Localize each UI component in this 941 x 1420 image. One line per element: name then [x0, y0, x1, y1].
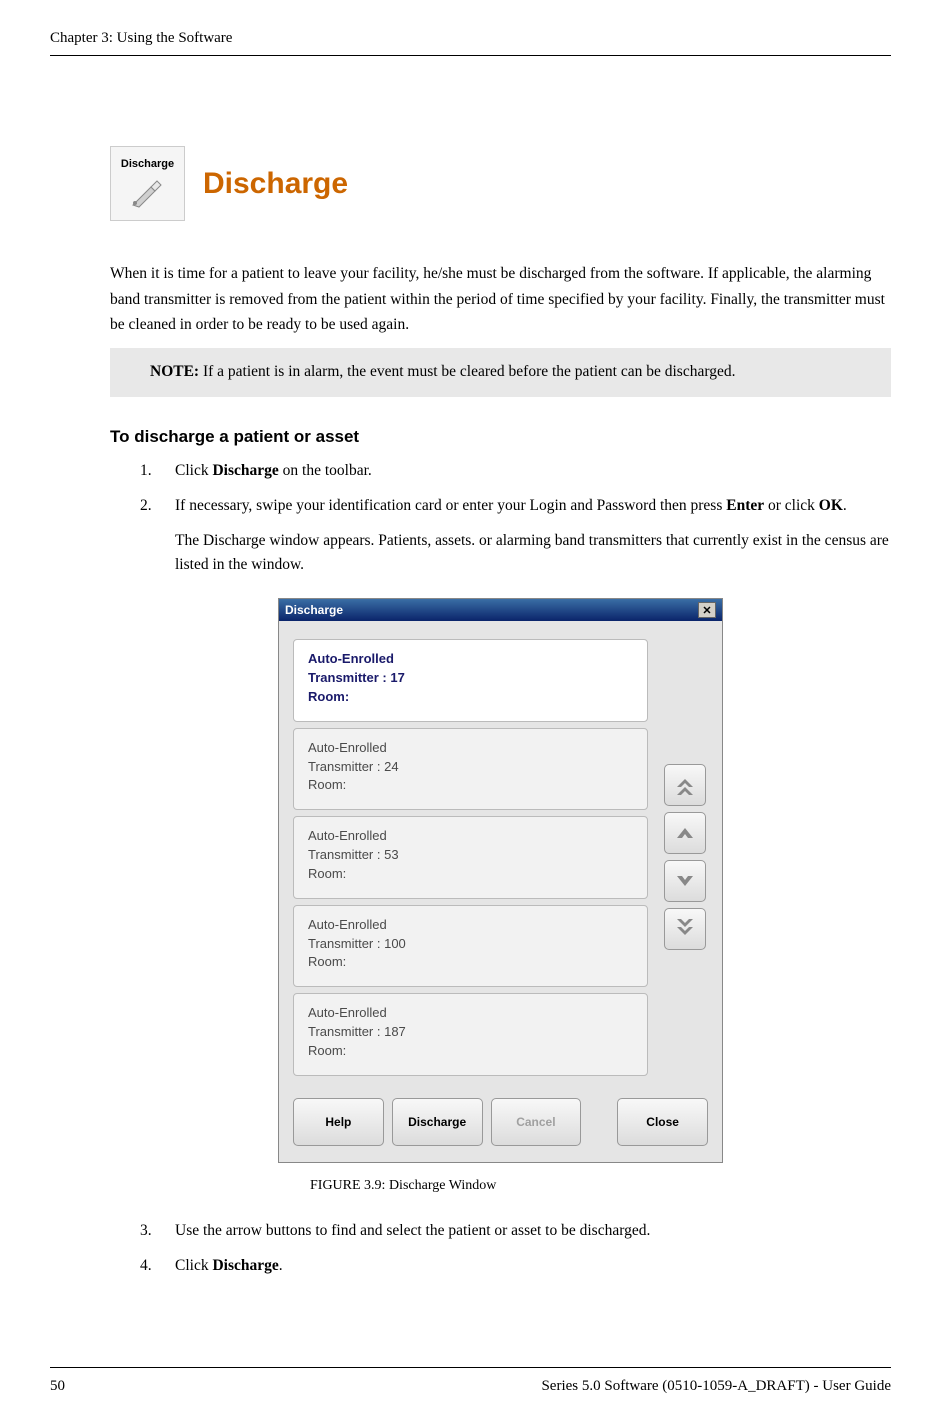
chevron-down-icon	[673, 869, 697, 893]
step-1: 1. Click Discharge on the toolbar.	[140, 459, 891, 484]
subsection-title: To discharge a patient or asset	[110, 427, 891, 447]
step-3: 3. Use the arrow buttons to find and sel…	[140, 1219, 891, 1244]
cancel-button[interactable]: Cancel	[491, 1098, 582, 1146]
note-label: NOTE:	[150, 363, 199, 380]
intro-paragraph: When it is time for a patient to leave y…	[110, 261, 891, 338]
close-icon[interactable]: ✕	[698, 602, 716, 618]
scroll-down-button[interactable]	[664, 860, 706, 902]
section-title: Discharge	[203, 167, 348, 201]
list-item[interactable]: Auto-Enrolled Transmitter : 187 Room:	[293, 993, 648, 1076]
figure-container: Discharge ✕ Auto-Enrolled Transmitter : …	[110, 598, 891, 1163]
page-header: Chapter 3: Using the Software	[50, 30, 891, 56]
dialog-footer: Help Discharge Cancel Close	[279, 1088, 722, 1162]
list-item[interactable]: Auto-Enrolled Transmitter : 24 Room:	[293, 728, 648, 811]
discharge-dialog: Discharge ✕ Auto-Enrolled Transmitter : …	[278, 598, 723, 1163]
dialog-body: Auto-Enrolled Transmitter : 17 Room: Aut…	[279, 621, 722, 1088]
dialog-title: Discharge	[285, 603, 343, 617]
figure-caption: FIGURE 3.9: Discharge Window	[310, 1178, 891, 1194]
list-column: Auto-Enrolled Transmitter : 17 Room: Aut…	[293, 639, 648, 1076]
scroll-bottom-button[interactable]	[664, 908, 706, 950]
page-footer: 50 Series 5.0 Software (0510-1059-A_DRAF…	[50, 1367, 891, 1395]
discharge-button[interactable]: Discharge	[392, 1098, 483, 1146]
nav-column	[648, 639, 708, 1076]
chapter-title: Chapter 3: Using the Software	[50, 30, 891, 47]
double-chevron-up-icon	[673, 773, 697, 797]
double-chevron-down-icon	[673, 917, 697, 941]
help-button[interactable]: Help	[293, 1098, 384, 1146]
list-item[interactable]: Auto-Enrolled Transmitter : 53 Room:	[293, 816, 648, 899]
close-button[interactable]: Close	[617, 1098, 708, 1146]
step-4: 4. Click Discharge.	[140, 1254, 891, 1279]
toolbar-icon-label: Discharge	[121, 158, 174, 170]
guide-title: Series 5.0 Software (0510-1059-A_DRAFT) …	[541, 1378, 891, 1395]
scroll-up-button[interactable]	[664, 812, 706, 854]
section-heading-row: Discharge Discharge	[110, 146, 891, 221]
list-item[interactable]: Auto-Enrolled Transmitter : 17 Room:	[293, 639, 648, 722]
note-text: If a patient is in alarm, the event must…	[199, 363, 735, 380]
page-number: 50	[50, 1378, 65, 1395]
chevron-up-icon	[673, 821, 697, 845]
note-box: NOTE: If a patient is in alarm, the even…	[110, 348, 891, 397]
pen-icon	[128, 170, 168, 210]
discharge-toolbar-icon: Discharge	[110, 146, 185, 221]
scroll-top-button[interactable]	[664, 764, 706, 806]
step-2: 2. If necessary, swipe your identificati…	[140, 494, 891, 578]
step-2-sub: The Discharge window appears. Patients, …	[175, 529, 891, 579]
dialog-titlebar: Discharge ✕	[279, 599, 722, 621]
list-item[interactable]: Auto-Enrolled Transmitter : 100 Room:	[293, 905, 648, 988]
